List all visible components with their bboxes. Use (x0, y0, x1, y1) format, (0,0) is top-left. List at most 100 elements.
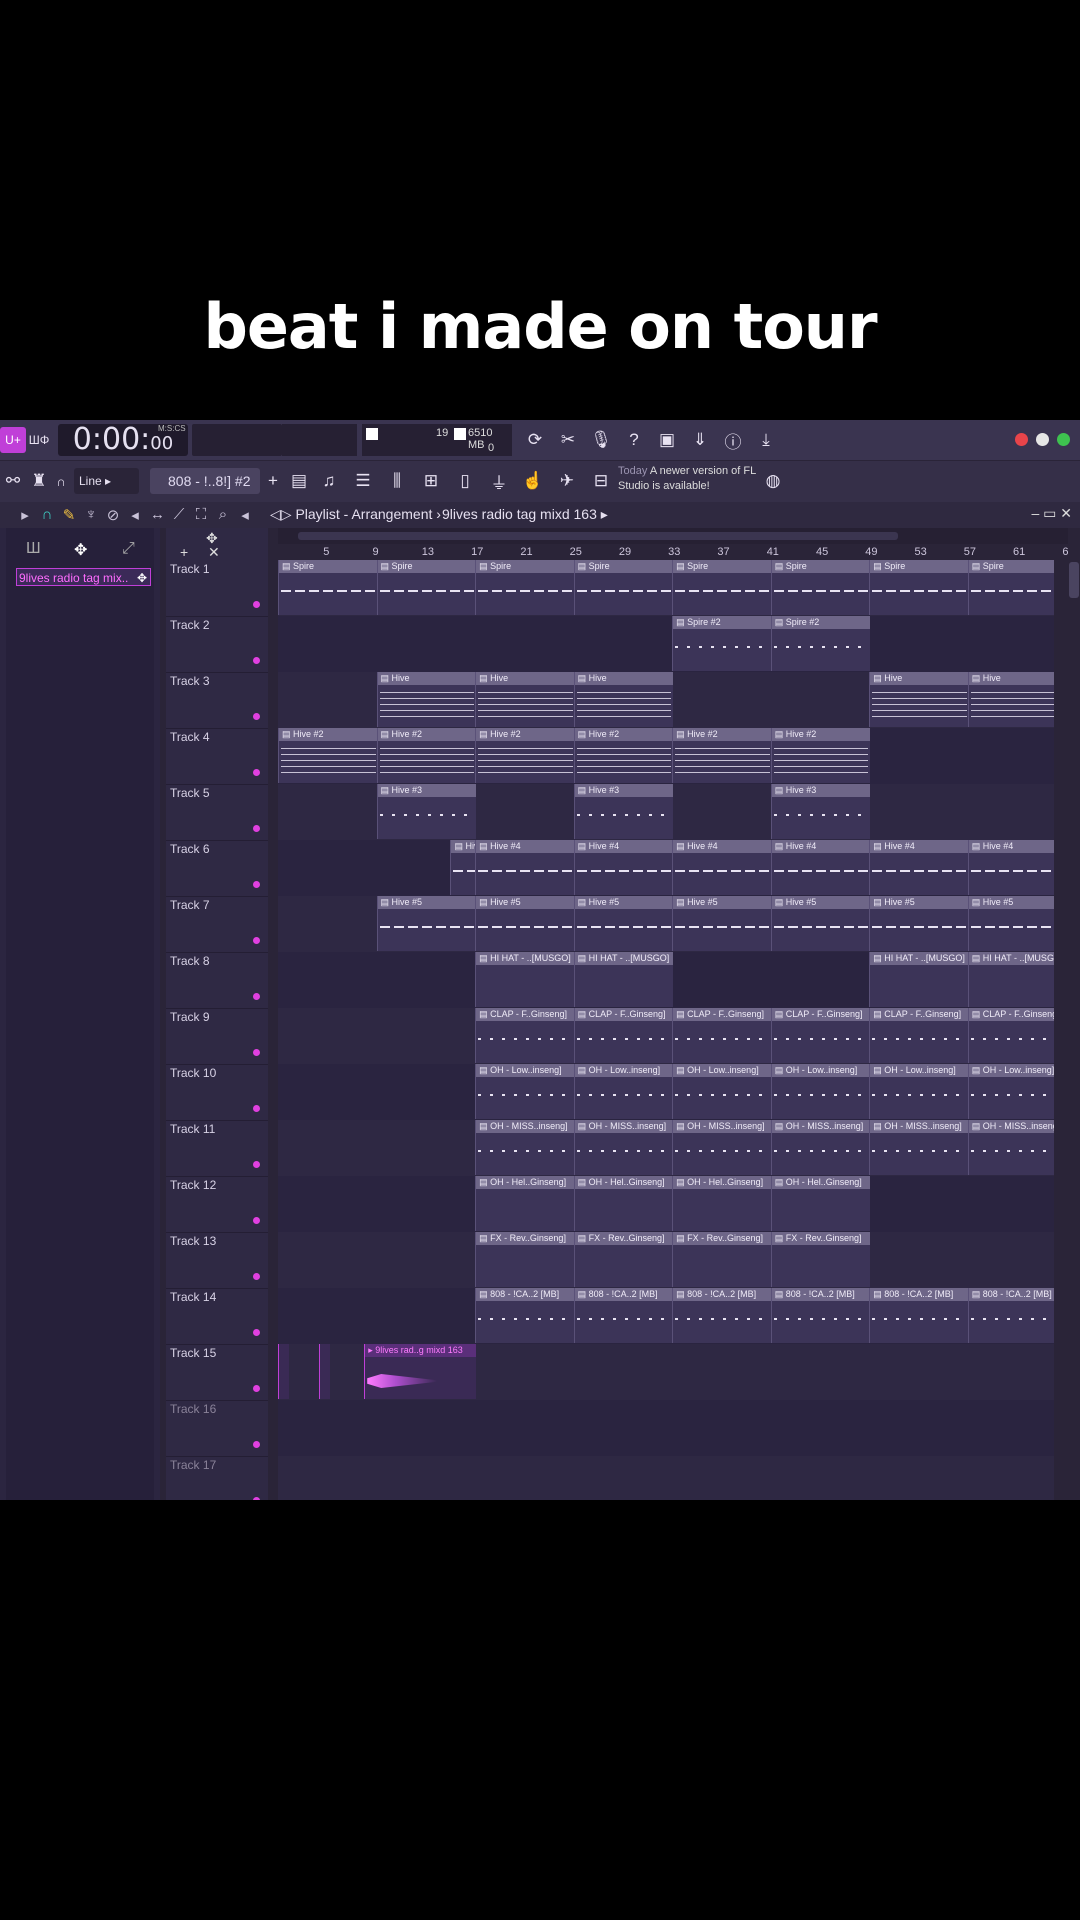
add-track-icon[interactable]: + (180, 544, 188, 560)
vertical-scroll[interactable] (1068, 560, 1080, 1500)
track-mute-icon[interactable] (253, 1441, 260, 1448)
pattern-clip[interactable]: ▤ Hive #2 (278, 728, 378, 783)
slice-icon[interactable]: ⟋ (172, 506, 186, 524)
record-mic-icon[interactable]: 🎙 (588, 427, 614, 453)
track-header[interactable]: Track 1 (166, 560, 268, 617)
pattern-clip[interactable]: ▤ Spire (278, 560, 378, 615)
pattern-clip[interactable]: ▤ Hive #2 (573, 728, 674, 783)
pattern-clip[interactable]: ▤ Hive #2 (376, 728, 477, 783)
magnet-icon[interactable]: ∩ (52, 468, 70, 494)
pattern-clip[interactable]: ▤ HI HAT - ..[MUSGO] (573, 952, 674, 1007)
pattern-clip[interactable]: ▤ Hive (869, 672, 969, 727)
pattern-icon[interactable]: Ш (26, 540, 41, 558)
pattern-clip[interactable]: ▤ OH - MISS..inseng] (869, 1120, 969, 1175)
pattern-clip[interactable]: ▤ Hive #5 (672, 896, 772, 951)
pattern-clip[interactable]: ▤ Hive #2 (475, 728, 575, 783)
track-header[interactable]: Track 14 (166, 1288, 268, 1345)
pattern-clip[interactable]: ▤ Spire (869, 560, 969, 615)
pattern-clip[interactable]: ▤ CLAP - F..Ginseng] (475, 1008, 575, 1063)
magnet-snap-icon[interactable]: ∩ (40, 506, 54, 524)
close-dot-icon[interactable] (1015, 433, 1028, 446)
pattern-clip[interactable]: ▤ 808 - !CA..2 [MB] (770, 1288, 871, 1343)
pattern-clip[interactable]: ▤ Hive #4 (967, 840, 1054, 895)
playlist-icon[interactable]: ▤ (286, 468, 312, 494)
track-mute-icon[interactable] (253, 1217, 260, 1224)
pattern-clip[interactable]: ▤ CLAP - F..Ginseng] (770, 1008, 871, 1063)
track-lane[interactable] (278, 1456, 1054, 1500)
save-icon[interactable]: ▣ (654, 427, 680, 453)
track-mute-icon[interactable] (253, 937, 260, 944)
breadcrumb[interactable]: 9lives radio tag mixd 163 ▸ (442, 506, 608, 523)
pattern-clip[interactable]: ▤ CLAP - F..Ginseng] (967, 1008, 1054, 1063)
pattern-clip[interactable]: ▤ Hive #5 (376, 896, 477, 951)
pattern-clip[interactable]: ▤ Spire (770, 560, 871, 615)
pattern-clip[interactable]: ▤ Spire (376, 560, 477, 615)
track-header[interactable]: Track 15 (166, 1344, 268, 1401)
pattern-clip[interactable]: ▤ 808 - !CA..2 [MB] (967, 1288, 1054, 1343)
remove-track-icon[interactable]: ✕ (208, 544, 220, 561)
pattern-clip[interactable]: ▤ OH - Low..inseng] (672, 1064, 772, 1119)
loop-icon[interactable]: ⟳ (522, 427, 548, 453)
track-header[interactable]: Track 8 (166, 952, 268, 1009)
project-icon[interactable]: ▯ (452, 468, 478, 494)
vertical-scroll-thumb[interactable] (1069, 562, 1079, 598)
metronome-icon[interactable]: ✂ (555, 427, 581, 453)
pattern-clip[interactable]: ▤ 808 - !CA..2 [MB] (869, 1288, 969, 1343)
track-header[interactable]: Track 13 (166, 1232, 268, 1289)
scroll-thumb[interactable] (298, 532, 898, 540)
pattern-clip[interactable]: ▤ Hive #2 (770, 728, 871, 783)
arrow-icon[interactable]: ▸ (18, 506, 32, 524)
pencil-icon[interactable]: ✎ (62, 506, 76, 524)
paint-icon[interactable]: ♆ (84, 506, 98, 524)
pattern-clip[interactable]: ▤ FX - Rev..Ginseng] (573, 1232, 674, 1287)
slip-icon[interactable]: ↔ (150, 506, 165, 524)
track-header[interactable]: Track 7 (166, 896, 268, 953)
zoom-icon[interactable]: ⌕ (216, 506, 230, 524)
pattern-clip[interactable]: ▤ OH - Low..inseng] (475, 1064, 575, 1119)
audio-clip-slice[interactable] (278, 1344, 289, 1399)
playback-icon[interactable]: ◂ (238, 506, 252, 524)
pattern-clip[interactable]: ▤ OH - Hel..Ginseng] (770, 1176, 871, 1231)
pattern-clip[interactable]: ▤ Hive #3 (770, 784, 871, 839)
track-mute-icon[interactable] (253, 1329, 260, 1336)
track-header[interactable]: Track 4 (166, 728, 268, 785)
plugin-icon[interactable]: ⏚ (486, 468, 512, 494)
pattern-clip[interactable]: ▤ Hive #4 (770, 840, 871, 895)
pattern-clip[interactable]: ▤ Spire (573, 560, 674, 615)
track-header[interactable]: Track 17 (166, 1456, 268, 1500)
delete-icon[interactable]: ⊘ (106, 506, 120, 524)
track-header[interactable]: Track 6 (166, 840, 268, 897)
pattern-clip[interactable]: ▤ Hive #3 (573, 784, 674, 839)
track-header[interactable]: Track 12 (166, 1176, 268, 1233)
pattern-clip[interactable]: ▤ OH - Low..inseng] (869, 1064, 969, 1119)
pattern-clip[interactable]: ▤ Hive (967, 672, 1054, 727)
pattern-clip[interactable]: ▤ Hive (376, 672, 477, 727)
pattern-clip[interactable]: ▤ Spire #2 (672, 616, 772, 671)
track-mute-icon[interactable] (253, 1385, 260, 1392)
audio-clip[interactable]: ▸ 9lives rad..g mixd 163 (364, 1344, 477, 1399)
pattern-clip[interactable]: ▤ Hive #4 (475, 840, 575, 895)
pattern-select[interactable]: 808 - !..8!] #2 (150, 468, 260, 494)
pattern-clip[interactable]: ▤ Hive (475, 672, 575, 727)
pattern-clip[interactable]: ▤ Hive #5 (770, 896, 871, 951)
stamp-icon[interactable]: ♜ (26, 468, 52, 494)
window-buttons[interactable]: – ▭ ✕ (1031, 505, 1072, 522)
track-mute-icon[interactable] (253, 993, 260, 1000)
track-header[interactable]: Track 9 (166, 1008, 268, 1065)
horizontal-scroll[interactable] (278, 528, 1068, 544)
help-icon[interactable]: ? (621, 427, 647, 453)
track-mute-icon[interactable] (253, 1049, 260, 1056)
pattern-clip[interactable]: ▤ OH - MISS..inseng] (475, 1120, 575, 1175)
track-lane[interactable] (278, 1400, 1054, 1457)
pattern-clip[interactable]: ▤ Spire #2 (770, 616, 871, 671)
pattern-clip[interactable]: ▤ Hive #5 (967, 896, 1054, 951)
touch-icon[interactable]: ☝ (520, 468, 546, 494)
info-icon[interactable]: ⓘ (720, 427, 746, 453)
pattern-clip[interactable]: ▤ Hive #5 (573, 896, 674, 951)
pattern-clip[interactable]: ▤ OH - MISS..inseng] (573, 1120, 674, 1175)
track-mute-icon[interactable] (253, 881, 260, 888)
track-mute-icon[interactable] (253, 1273, 260, 1280)
track-mute-icon[interactable] (253, 1497, 260, 1500)
globe-icon[interactable]: ◍ (760, 468, 786, 494)
track-mute-icon[interactable] (253, 769, 260, 776)
